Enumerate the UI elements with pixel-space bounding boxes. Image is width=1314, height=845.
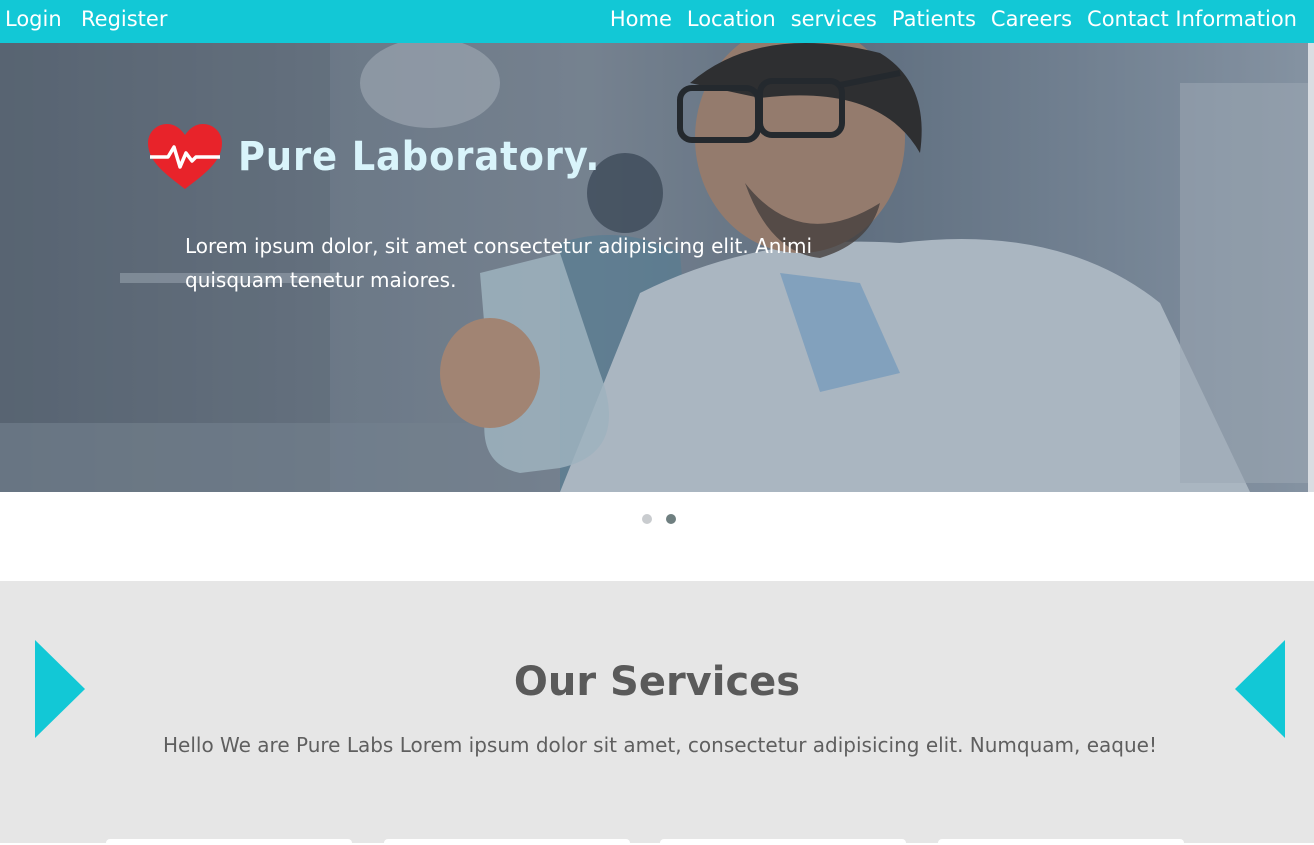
- service-card[interactable]: [106, 839, 352, 845]
- carousel-dot-1[interactable]: [642, 514, 652, 524]
- hero-scroll-edge: [1308, 43, 1314, 492]
- heart-pulse-icon: [148, 124, 222, 189]
- nav-patients-link[interactable]: Patients: [892, 7, 976, 31]
- hero-banner: Pure Laboratory. Lorem ipsum dolor, sit …: [0, 43, 1308, 492]
- main-nav: Home Location services Patients Careers …: [610, 7, 1297, 31]
- service-card[interactable]: [938, 839, 1184, 845]
- service-card[interactable]: [384, 839, 630, 845]
- carousel-dot-2[interactable]: [666, 514, 676, 524]
- hero-title: Pure Laboratory.: [238, 134, 601, 180]
- services-title: Our Services: [513, 659, 801, 705]
- nav-contact-link[interactable]: Contact Information: [1087, 7, 1297, 31]
- carousel-indicators: [642, 514, 676, 524]
- hero-brand: Pure Laboratory.: [146, 123, 632, 191]
- hero-description: Lorem ipsum dolor, sit amet consectetur …: [185, 234, 813, 292]
- nav-location-link[interactable]: Location: [687, 7, 776, 31]
- nav-services-link[interactable]: services: [791, 7, 877, 31]
- nav-register-link[interactable]: Register: [81, 7, 167, 31]
- nav-careers-link[interactable]: Careers: [991, 7, 1072, 31]
- service-card[interactable]: [660, 839, 906, 845]
- services-section: Our Services Hello We are Pure Labs Lore…: [0, 581, 1314, 845]
- services-subtitle: Hello We are Pure Labs Lorem ipsum dolor…: [162, 733, 1157, 757]
- nav-home-link[interactable]: Home: [610, 7, 672, 31]
- nav-login-link[interactable]: Login: [5, 7, 62, 31]
- top-navbar: Login Register Home Location services Pa…: [0, 0, 1314, 43]
